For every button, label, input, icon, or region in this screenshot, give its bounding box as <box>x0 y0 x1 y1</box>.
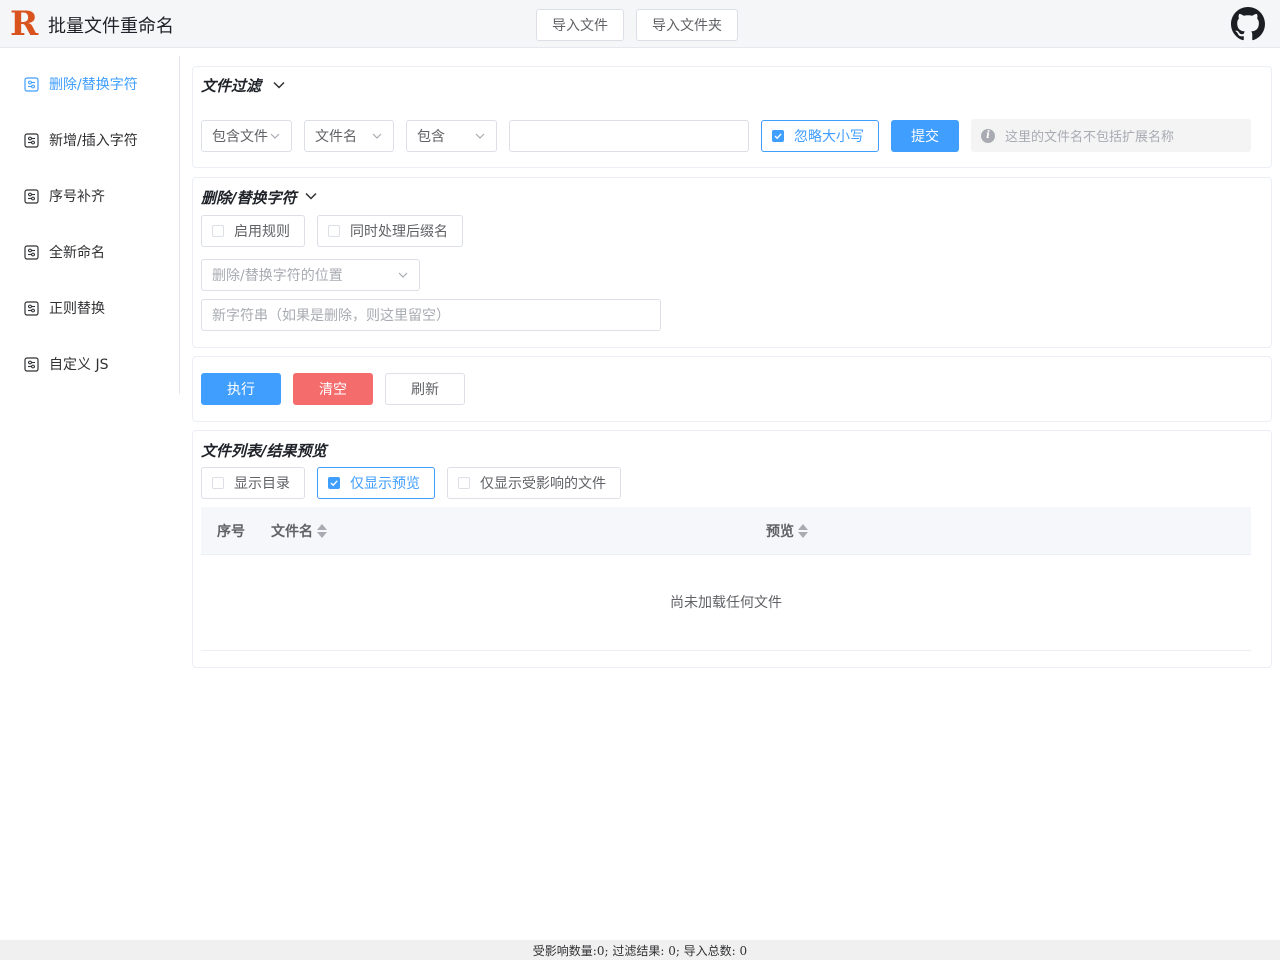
filter-mode-value: 包含文件 <box>212 129 268 145</box>
checkbox-icon <box>212 477 224 489</box>
sidebar-item-label: 正则替换 <box>49 301 105 317</box>
with-extension-checkbox[interactable]: 同时处理后缀名 <box>317 215 463 247</box>
filter-collapse-chevron-icon[interactable] <box>269 75 289 95</box>
sidebar-item-sequence-pad[interactable]: 序号补齐 <box>24 184 105 208</box>
filter-mode-select[interactable]: 包含文件 <box>201 120 292 152</box>
settings-panel-icon <box>24 300 39 316</box>
settings-panel-icon <box>24 244 39 260</box>
filter-tip: i 这里的文件名不包括扩展名称 <box>971 119 1251 152</box>
sidebar-item-label: 新增/插入字符 <box>49 133 138 149</box>
filter-submit-button[interactable]: 提交 <box>891 120 959 152</box>
sidebar-item-custom-js[interactable]: 自定义 JS <box>24 352 108 376</box>
column-index-label: 序号 <box>217 524 245 540</box>
chevron-down-icon <box>269 130 281 146</box>
with-extension-label: 同时处理后缀名 <box>350 224 448 240</box>
sidebar-item-label: 序号补齐 <box>49 189 105 205</box>
chevron-down-icon <box>474 130 486 146</box>
show-dirs-label: 显示目录 <box>234 476 290 492</box>
filter-title: 文件过滤 <box>201 77 262 95</box>
checkbox-icon <box>328 225 340 237</box>
column-filename[interactable]: 文件名 <box>271 507 327 555</box>
filter-target-select[interactable]: 文件名 <box>304 120 394 152</box>
checkbox-checked-icon <box>772 130 784 142</box>
show-dirs-checkbox[interactable]: 显示目录 <box>201 467 305 499</box>
file-list-title: 文件列表/结果预览 <box>201 442 327 460</box>
status-text: 受影响数量:0; 过滤结果: 0; 导入总数: 0 <box>532 943 748 958</box>
new-string-input[interactable]: 新字符串（如果是删除，则这里留空） <box>201 299 661 331</box>
app-logo: R <box>10 4 39 44</box>
sidebar-divider <box>179 56 180 394</box>
sort-icon[interactable] <box>798 524 808 538</box>
sidebar-item-label: 全新命名 <box>49 245 105 261</box>
status-bar: 受影响数量:0; 过滤结果: 0; 导入总数: 0 <box>0 940 1280 960</box>
settings-panel-icon <box>24 76 39 92</box>
sidebar-item-label: 自定义 JS <box>49 357 109 373</box>
column-filename-label: 文件名 <box>271 524 313 540</box>
refresh-button[interactable]: 刷新 <box>385 373 465 405</box>
clear-button[interactable]: 清空 <box>293 373 373 405</box>
sidebar-item-regex-replace[interactable]: 正则替换 <box>24 296 105 320</box>
sidebar-item-label: 删除/替换字符 <box>49 77 138 93</box>
column-preview[interactable]: 预览 <box>766 507 808 555</box>
ignore-case-label: 忽略大小写 <box>794 129 864 145</box>
checkbox-icon <box>458 477 470 489</box>
enable-rule-label: 启用规则 <box>234 224 290 240</box>
settings-panel-icon <box>24 356 39 372</box>
import-folder-button[interactable]: 导入文件夹 <box>636 9 738 41</box>
affected-only-label: 仅显示受影响的文件 <box>480 476 606 492</box>
sidebar-item-delete-replace[interactable]: 删除/替换字符 <box>24 72 138 96</box>
table-empty-text: 尚未加载任何文件 <box>670 595 782 611</box>
enable-rule-checkbox[interactable]: 启用规则 <box>201 215 305 247</box>
settings-panel-icon <box>24 132 39 148</box>
filter-value-input[interactable] <box>509 120 749 152</box>
chevron-down-icon <box>371 130 383 146</box>
filter-tip-text: 这里的文件名不包括扩展名称 <box>1005 130 1175 145</box>
column-preview-label: 预览 <box>766 524 794 540</box>
settings-panel-icon <box>24 188 39 204</box>
preview-only-label: 仅显示预览 <box>350 476 420 492</box>
rule-title: 删除/替换字符 <box>201 189 297 207</box>
execute-button[interactable]: 执行 <box>201 373 281 405</box>
affected-only-checkbox[interactable]: 仅显示受影响的文件 <box>447 467 621 499</box>
checkbox-icon <box>212 225 224 237</box>
position-select[interactable]: 删除/替换字符的位置 <box>201 259 420 291</box>
info-icon: i <box>981 128 995 143</box>
app-title: 批量文件重命名 <box>48 16 174 37</box>
preview-only-checkbox[interactable]: 仅显示预览 <box>317 467 435 499</box>
filter-target-value: 文件名 <box>315 129 357 145</box>
table-bottom-border <box>201 650 1251 651</box>
column-index: 序号 <box>217 507 245 555</box>
sidebar-item-add-insert[interactable]: 新增/插入字符 <box>24 128 138 152</box>
position-placeholder: 删除/替换字符的位置 <box>212 268 343 284</box>
filter-match-value: 包含 <box>417 129 445 145</box>
chevron-down-icon <box>397 269 409 285</box>
github-icon[interactable] <box>1231 7 1265 41</box>
ignore-case-checkbox[interactable]: 忽略大小写 <box>761 120 879 152</box>
import-file-button[interactable]: 导入文件 <box>536 9 624 41</box>
filter-panel <box>192 66 1272 168</box>
table-header: 序号 文件名 预览 <box>201 507 1251 555</box>
checkbox-checked-icon <box>328 477 340 489</box>
filter-match-select[interactable]: 包含 <box>406 120 497 152</box>
rule-collapse-chevron-icon[interactable] <box>301 186 321 206</box>
sort-icon[interactable] <box>317 524 327 538</box>
sidebar-item-full-rename[interactable]: 全新命名 <box>24 240 105 264</box>
